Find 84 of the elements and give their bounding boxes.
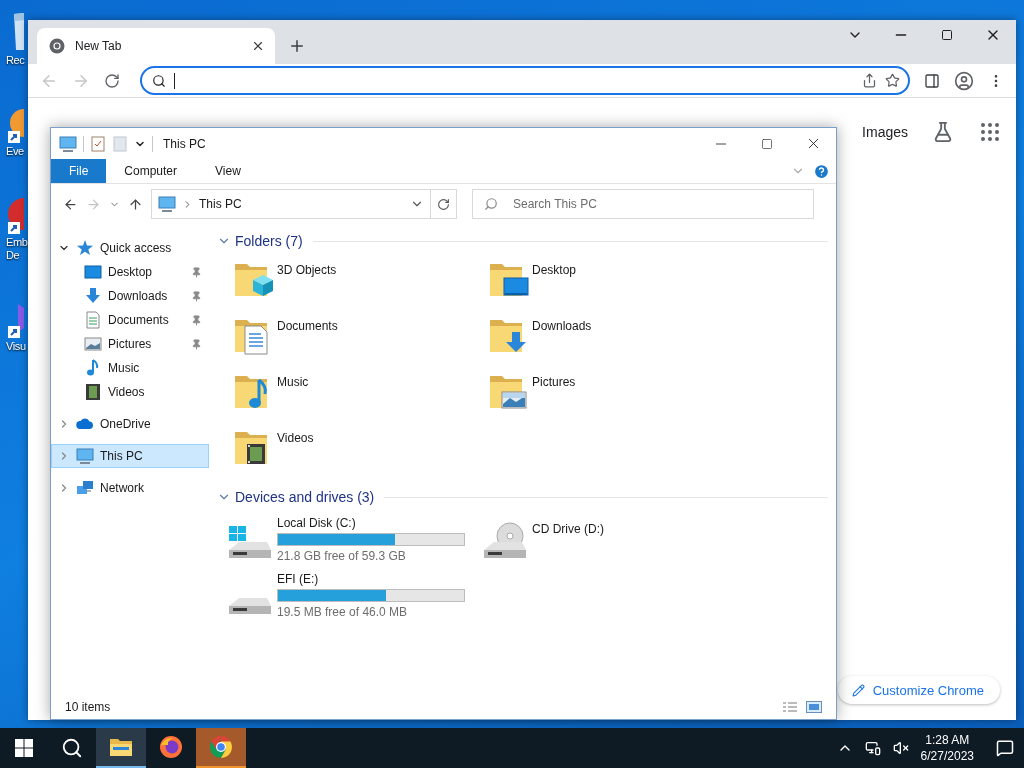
desktop-icon-label[interactable]: Rec <box>4 54 25 67</box>
refresh-button[interactable] <box>430 189 457 219</box>
refresh-icon <box>437 197 450 211</box>
star-icon <box>76 239 94 257</box>
folder-icon <box>109 737 133 757</box>
nav-item[interactable]: Downloads <box>51 284 209 308</box>
help-icon[interactable] <box>813 162 830 180</box>
close-icon[interactable] <box>251 39 265 53</box>
search-icon <box>484 197 498 211</box>
folder-item[interactable]: Music <box>231 368 486 424</box>
desktop-icon <box>84 263 102 281</box>
firefox-icon <box>159 735 183 759</box>
text-caret <box>174 72 175 89</box>
ribbon-tab[interactable]: View <box>197 159 261 183</box>
new-tab-icon[interactable] <box>288 37 306 55</box>
ribbon-tab[interactable]: File <box>51 159 107 183</box>
desktop-icon-label[interactable]: De <box>4 249 20 262</box>
folder-item[interactable]: 3D Objects <box>231 256 486 312</box>
chrome-icon <box>209 735 233 759</box>
pc-icon <box>76 447 94 465</box>
search-field[interactable]: Search This PC <box>472 189 814 219</box>
window-title: This PC <box>163 136 206 151</box>
nav-item[interactable]: Music <box>51 356 209 380</box>
desktop-icon-label[interactable]: Emb <box>4 236 28 249</box>
large-icons-view-icon[interactable] <box>806 701 822 713</box>
downloads-icon <box>84 287 102 305</box>
back-icon[interactable] <box>63 196 78 212</box>
reload-icon[interactable] <box>104 72 120 89</box>
address-bar[interactable]: This PC <box>151 189 431 219</box>
pictures-icon <box>84 335 102 353</box>
side-panel-icon[interactable] <box>924 72 940 89</box>
folder-item[interactable]: Documents <box>231 312 486 368</box>
group-header[interactable]: Devices and drives (3) <box>217 486 828 508</box>
group-header[interactable]: Folders (7) <box>217 230 828 252</box>
taskbar-app-button[interactable] <box>96 728 146 768</box>
pin-icon <box>191 266 202 278</box>
volume-muted-icon[interactable] <box>892 740 909 756</box>
ribbon-tab[interactable]: Computer <box>106 159 198 183</box>
network-icon <box>76 479 94 497</box>
desktop-icon-label[interactable]: Eve <box>4 145 24 158</box>
star-icon[interactable] <box>885 73 900 88</box>
desktop-icon-label[interactable]: Visu <box>4 340 26 353</box>
pencil-icon <box>851 683 865 697</box>
folder-item[interactable]: Videos <box>231 424 486 480</box>
maximize-icon[interactable] <box>941 29 953 41</box>
videos-icon <box>84 383 102 401</box>
status-text: 10 items <box>65 700 112 714</box>
nav-item[interactable]: Videos <box>51 380 209 404</box>
pin-icon <box>191 338 202 350</box>
folder-item[interactable]: Downloads <box>486 312 741 368</box>
browser-tab[interactable]: New Tab <box>37 28 275 64</box>
windows-start-icon[interactable] <box>15 739 33 757</box>
nav-item[interactable]: This PC <box>51 444 209 468</box>
profile-icon[interactable] <box>954 70 974 91</box>
pc-icon <box>59 134 77 153</box>
share-icon[interactable] <box>862 73 877 88</box>
notifications-icon[interactable] <box>996 739 1014 757</box>
nav-item[interactable]: Desktop <box>51 260 209 284</box>
folder-item[interactable]: Desktop <box>486 256 741 312</box>
folder-item[interactable]: Pictures <box>486 368 741 424</box>
nav-item[interactable]: Quick access <box>51 236 209 260</box>
nav-item[interactable]: OneDrive <box>51 412 209 436</box>
properties-icon[interactable] <box>90 135 106 152</box>
network-icon[interactable] <box>864 740 881 756</box>
documents-icon <box>84 311 102 329</box>
nav-item[interactable]: Network <box>51 476 209 500</box>
address-field[interactable] <box>140 66 910 95</box>
nav-item[interactable]: Documents <box>51 308 209 332</box>
flask-icon[interactable] <box>932 121 954 143</box>
clock[interactable]: 1:28 AM 6/27/2023 <box>920 732 974 764</box>
search-icon[interactable] <box>61 737 83 759</box>
drive-item[interactable]: CD Drive (D:) <box>480 512 735 568</box>
nav-item[interactable]: Pictures <box>51 332 209 356</box>
up-icon[interactable] <box>128 196 143 212</box>
customize-chrome-button[interactable]: Customize Chrome <box>837 676 1000 704</box>
drive-item[interactable]: EFI (E:) 19.5 MB free of 46.0 MB <box>225 568 480 624</box>
apps-icon[interactable] <box>978 120 1002 144</box>
images-link[interactable]: Images <box>862 124 908 140</box>
drive-item[interactable]: Local Disk (C:) 21.8 GB free of 59.3 GB <box>225 512 480 568</box>
search-icon <box>152 73 166 88</box>
pin-icon <box>191 314 202 326</box>
pc-icon <box>158 195 176 213</box>
chrome-icon <box>49 38 65 54</box>
pin-icon <box>191 290 202 302</box>
